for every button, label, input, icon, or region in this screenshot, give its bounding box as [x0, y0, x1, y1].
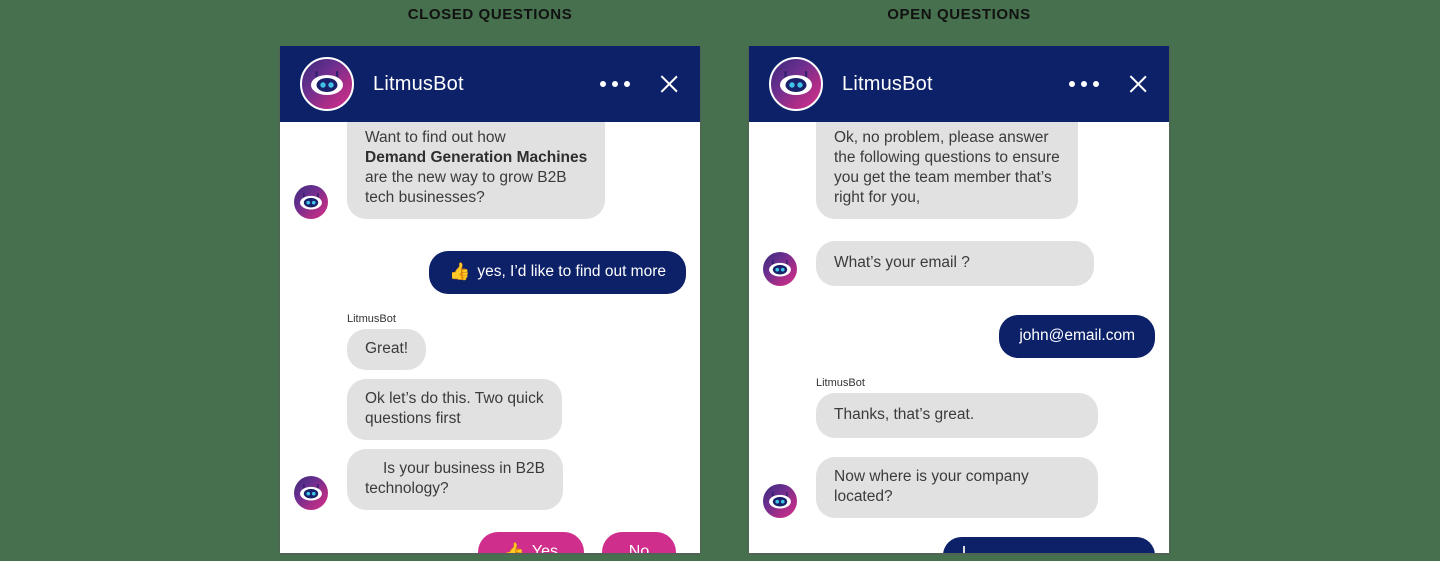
message-line: tech businesses?: [365, 189, 485, 206]
message-bubble: Ok, no problem, please answer the follow…: [816, 122, 1078, 219]
message-bubble: Ok let’s do this. Two quick questions fi…: [347, 379, 562, 440]
avatar-slot: [294, 476, 328, 510]
chat-message-list: Want to find out how Demand Generation M…: [280, 122, 700, 553]
chat-message-list: Ok, no problem, please answer the follow…: [749, 122, 1169, 553]
quick-reply-no-button[interactable]: No: [602, 532, 676, 553]
sender-label: LitmusBot: [347, 313, 396, 325]
robot-face-icon: [311, 71, 343, 95]
message-row: john@email.com: [763, 315, 1155, 358]
message-row: Is your business in B2B technology?: [294, 449, 686, 510]
header-actions: [600, 71, 682, 97]
chat-header: LitmusBot: [280, 46, 700, 122]
message-line: right for you,: [834, 189, 921, 206]
message-bubble: Is your business in B2B technology?: [347, 449, 563, 510]
quick-reply-yes-button[interactable]: 👍 Yes: [477, 532, 584, 553]
avatar-slot: [294, 185, 328, 219]
message-text: yes, I’d like to find out more: [477, 263, 666, 280]
message-bubble: Want to find out how Demand Generation M…: [347, 122, 606, 219]
message-bubble: What’s your email ?: [816, 241, 1094, 286]
message-row: Thanks, that’s great.: [763, 393, 1155, 438]
robot-face-icon: [769, 260, 791, 277]
section-title-open-questions: OPEN QUESTIONS: [887, 6, 1031, 23]
more-options-icon[interactable]: [1069, 81, 1099, 87]
message-bubble: Now where is your company located?: [816, 457, 1098, 518]
message-bubble: Great!: [347, 329, 427, 370]
quick-reply-label: No: [628, 543, 650, 553]
message-line: Ok let’s do this. Two quick: [365, 390, 544, 407]
user-reply-bubble[interactable]: 👍 yes, I’d like to find out more: [429, 251, 686, 294]
message-line: you get the team member that’s: [834, 169, 1052, 186]
chat-window-closed-questions: LitmusBot Want to find out how Demand Ge…: [280, 46, 700, 553]
avatar-slot: [763, 484, 797, 518]
bot-avatar-icon: [763, 252, 797, 286]
message-row: [763, 537, 1155, 553]
message-line: questions first: [365, 410, 461, 427]
bot-avatar-icon: [294, 185, 328, 219]
close-icon[interactable]: [1125, 71, 1151, 97]
message-bubble: Thanks, that’s great.: [816, 393, 1098, 438]
section-title-closed-questions: CLOSED QUESTIONS: [407, 6, 573, 23]
message-line: technology?: [365, 480, 449, 497]
message-row: Ok, no problem, please answer the follow…: [763, 122, 1155, 219]
avatar-slot: [763, 252, 797, 286]
message-row: Great!: [294, 329, 686, 370]
message-row: Want to find out how Demand Generation M…: [294, 122, 686, 219]
message-line: Demand Generation Machines: [365, 149, 588, 166]
message-line: the following questions to ensure: [834, 149, 1060, 166]
message-row: Ok let’s do this. Two quick questions fi…: [294, 379, 686, 440]
more-options-icon[interactable]: [600, 81, 630, 87]
message-row: What’s your email ?: [763, 241, 1155, 286]
chat-bot-name: LitmusBot: [842, 72, 933, 95]
bot-avatar-icon: [300, 57, 354, 111]
message-line: What’s your email ?: [834, 254, 970, 271]
bot-avatar-icon: [769, 57, 823, 111]
sender-label: LitmusBot: [816, 377, 865, 389]
quick-reply-label: Yes: [531, 543, 558, 553]
message-line: Great!: [365, 340, 409, 357]
message-line: are the new way to grow B2B: [365, 169, 567, 186]
quick-reply-group: 👍 Yes No: [294, 532, 686, 553]
robot-face-icon: [300, 193, 322, 210]
thumbs-up-icon: 👍: [503, 542, 525, 553]
robot-face-icon: [300, 484, 322, 501]
chat-bot-name: LitmusBot: [373, 72, 464, 95]
bot-avatar-icon: [294, 476, 328, 510]
thumbs-up-icon: 👍: [449, 262, 471, 281]
message-line: Ok, no problem, please answer: [834, 129, 1049, 146]
header-actions: [1069, 71, 1151, 97]
chat-header: LitmusBot: [749, 46, 1169, 122]
message-line: Is your business in B2B: [383, 460, 545, 477]
message-line: Thanks, that’s great.: [834, 406, 975, 423]
message-line: located?: [834, 488, 893, 505]
message-line: Now where is your company: [834, 468, 1029, 485]
user-reply-bubble[interactable]: john@email.com: [999, 315, 1155, 358]
close-icon[interactable]: [656, 71, 682, 97]
robot-face-icon: [769, 492, 791, 509]
message-input[interactable]: [943, 537, 1155, 553]
message-row: Now where is your company located?: [763, 457, 1155, 518]
chat-window-open-questions: LitmusBot Ok, no problem, please answer …: [749, 46, 1169, 553]
bot-avatar-icon: [763, 484, 797, 518]
robot-face-icon: [780, 71, 812, 95]
canvas: CLOSED QUESTIONS OPEN QUESTIONS LitmusBo…: [0, 0, 1440, 561]
text-caret: [963, 546, 965, 553]
message-text: john@email.com: [1019, 327, 1135, 344]
message-line: Want to find out how: [365, 129, 506, 146]
message-row: 👍 yes, I’d like to find out more: [294, 251, 686, 294]
